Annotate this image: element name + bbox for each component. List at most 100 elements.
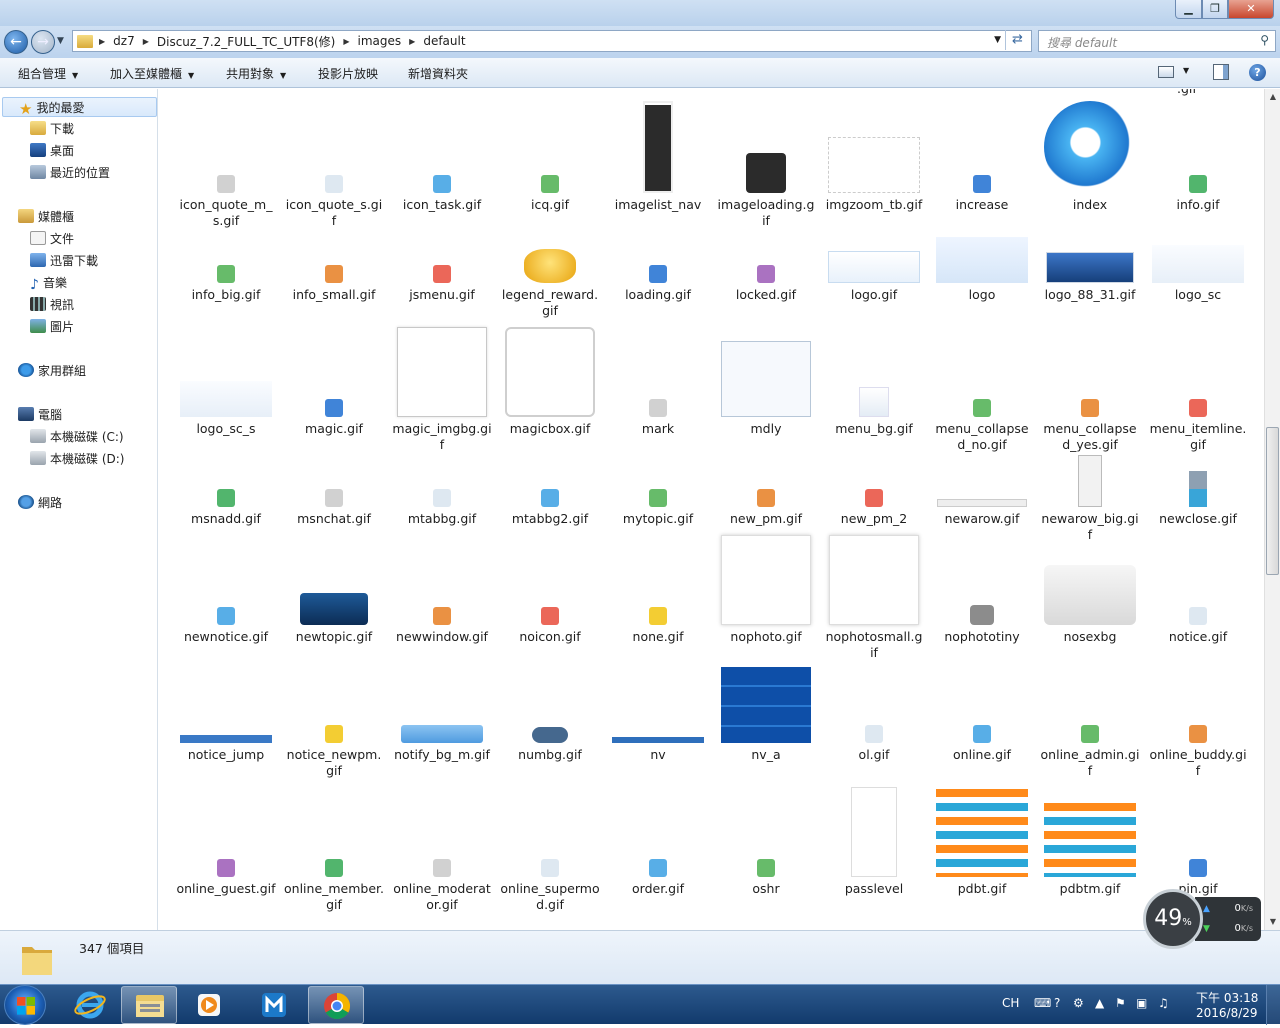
drive-icon [30,451,46,465]
file-name: new_pm_2 [840,511,908,526]
taskbar-maxthon[interactable] [245,986,301,1024]
scroll-up-icon[interactable]: ▲ [1265,89,1280,105]
chevron-right-icon[interactable]: ▶ [143,37,149,46]
chevron-right-icon[interactable]: ▶ [343,37,349,46]
recent-pages-dropdown[interactable]: ▼ [57,36,64,46]
file-thumbnail [282,781,386,877]
file-thumbnail [1146,187,1250,283]
file-name: mytopic.gif [622,511,694,526]
file-image [851,787,897,877]
file-image [829,535,919,625]
breadcrumb-images[interactable]: images [358,34,402,48]
file-name: online_buddy.gif [1149,747,1247,778]
maximize-button[interactable]: ❐ [1202,0,1228,19]
nav-desktop[interactable]: 桌面 [30,141,74,161]
file-name: mtabbg2.gif [511,511,589,526]
forward-button[interactable]: → [31,30,55,54]
nav-drive-c[interactable]: 本機磁碟 (C:) [30,427,124,447]
nav-drive-d[interactable]: 本機磁碟 (D:) [30,449,124,469]
folder-icon [30,121,46,135]
keyboard-icon[interactable]: ⌨ [1034,996,1051,1010]
file-view: .gif icon_quote_m_s.gificon_quote_s.gifi… [159,89,1264,930]
nav-videos[interactable]: 視訊 [30,295,74,315]
show-desktop-button[interactable] [1266,985,1280,1025]
file-image [1046,252,1134,283]
network-tray-icon[interactable]: ▣ [1136,996,1147,1010]
taskbar-media-player[interactable] [180,986,236,1024]
file-image [1189,607,1207,625]
scroll-down-icon[interactable]: ▼ [1265,914,1280,930]
refresh-icon[interactable]: ⇄ [1005,30,1029,50]
chevron-right-icon[interactable]: ▶ [409,37,415,46]
file-thumbnail [498,411,602,507]
nav-computer[interactable]: 電腦 [18,405,62,425]
start-button[interactable] [4,985,46,1025]
back-button[interactable]: ← [4,30,28,54]
file-thumbnail [606,529,710,625]
taskbar-chrome[interactable] [308,986,364,1024]
network-monitor-widget[interactable]: ▲ 0K/s ▼ 0K/s 49% [1143,889,1261,949]
file-thumbnail [606,97,710,193]
media-player-icon [198,994,220,1016]
file-image [757,265,775,283]
show-hidden-icons-icon[interactable]: ▲ [1095,996,1104,1010]
nav-music[interactable]: ♪ 音樂 [30,273,67,293]
vertical-scrollbar[interactable]: ▲ ▼ [1264,89,1280,930]
file-image [1078,455,1102,507]
nav-favorites[interactable]: ★ 我的最愛 [2,97,157,117]
language-indicator[interactable]: CH [1002,996,1019,1010]
minimize-button[interactable]: ▁ [1175,0,1202,19]
nav-network[interactable]: 網路 [18,493,62,513]
chevron-right-icon[interactable]: ▶ [99,37,105,46]
file-name: msnadd.gif [191,511,261,526]
breadcrumb-default[interactable]: default [423,34,465,48]
share-menu[interactable]: 共用對象 ▼ [226,65,286,82]
file-thumbnail [1038,187,1142,283]
file-name: logo_88_31.gif [1044,287,1136,302]
help-tray-icon[interactable]: ? [1054,996,1060,1010]
nav-documents[interactable]: 文件 [30,229,74,249]
taskbar-ie[interactable] [62,986,118,1024]
file-name: logo_sc [1174,287,1222,302]
file-name: notify_bg_m.gif [394,747,490,762]
breadcrumb-dz7[interactable]: dz7 [113,34,135,48]
volume-icon[interactable]: ♫ [1158,996,1169,1010]
recent-places-icon [30,165,46,179]
nav-downloads[interactable]: 下載 [30,119,74,139]
nav-pictures[interactable]: 圖片 [30,317,74,337]
change-view-icon[interactable] [1158,66,1174,78]
new-folder-button[interactable]: 新增資料夾 [408,65,468,82]
scroll-thumb[interactable] [1266,427,1279,575]
preview-pane-icon[interactable] [1213,64,1229,80]
nav-thunder[interactable]: 迅雷下載 [30,251,98,271]
nav-homegroup[interactable]: 家用群組 [18,361,86,381]
help-icon[interactable]: ? [1249,64,1266,81]
breadcrumb-discuz[interactable]: Discuz_7.2_FULL_TC_UTF8(修) [157,33,336,50]
computer-icon [18,407,34,421]
nav-recent[interactable]: 最近的位置 [30,163,110,183]
file-image [1044,101,1136,193]
file-name: info_big.gif [191,287,261,302]
add-to-library-menu[interactable]: 加入至媒體櫃 ▼ [110,65,194,82]
address-dropdown-icon[interactable]: ▼ [994,35,1001,45]
settings-tray-icon[interactable]: ⚙ [1073,996,1084,1010]
file-name: logo.gif [850,287,898,302]
search-input[interactable]: 搜尋 default ⚲ [1038,30,1276,52]
file-thumbnail [1146,321,1250,417]
organize-menu[interactable]: 組合管理 ▼ [18,65,78,82]
search-icon[interactable]: ⚲ [1260,33,1269,47]
action-center-icon[interactable]: ⚑ [1115,996,1126,1010]
nav-libraries[interactable]: 媒體櫃 [18,207,74,227]
file-thumbnail [174,781,278,877]
clock-date[interactable]: 2016/8/29 [1196,1006,1258,1020]
close-button[interactable]: ✕ [1228,0,1274,19]
address-bar[interactable]: ▶ dz7 ▶ Discuz_7.2_FULL_TC_UTF8(修) ▶ ima… [72,30,1032,52]
picture-icon [30,319,46,333]
clock-time[interactable]: 下午 03:18 [1196,989,1258,1006]
file-thumbnail [390,647,494,743]
slideshow-button[interactable]: 投影片放映 [318,65,378,82]
file-name: online_admin.gif [1040,747,1140,778]
view-dropdown-icon[interactable]: ▼ [1183,66,1189,75]
taskbar-explorer[interactable] [121,986,177,1024]
music-icon: ♪ [30,277,39,293]
